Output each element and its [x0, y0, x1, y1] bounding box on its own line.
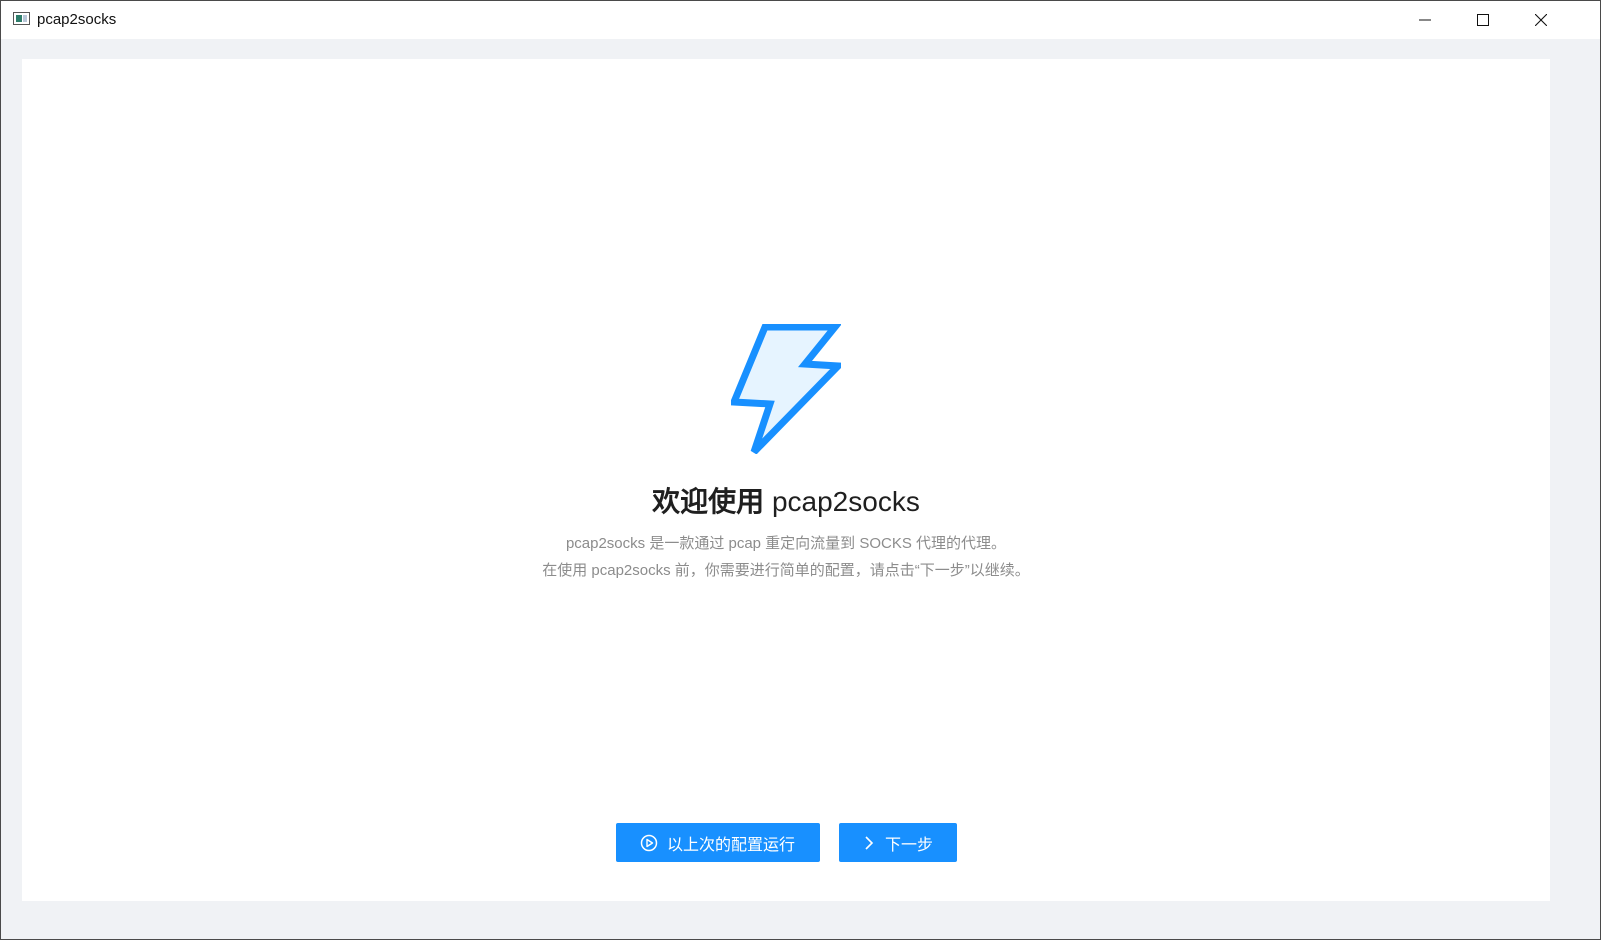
title-bar[interactable]: pcap2socks	[1, 1, 1600, 39]
minimize-icon	[1419, 19, 1431, 21]
play-circle-icon	[640, 834, 658, 852]
description-line-2: 在使用 pcap2socks 前，你需要进行简单的配置，请点击“下一步”以继续。	[542, 562, 1030, 579]
welcome-panel: 欢迎使用 pcap2socks pcap2socks 是一款通过 pcap 重定…	[22, 59, 1550, 901]
app-window: pcap2socks 欢迎使用 pcap2socks pcap2socks 是一…	[0, 0, 1601, 940]
maximize-icon	[1477, 14, 1489, 26]
app-icon	[13, 12, 30, 25]
chevron-right-icon	[862, 835, 876, 851]
run-last-config-label: 以上次的配置运行	[666, 836, 795, 854]
welcome-hero: 欢迎使用 pcap2socks pcap2socks 是一款通过 pcap 重定…	[22, 324, 1550, 584]
minimize-button[interactable]	[1396, 1, 1454, 39]
lightning-bolt-icon	[731, 324, 841, 454]
welcome-description: pcap2socks 是一款通过 pcap 重定向流量到 SOCKS 代理的代理…	[542, 530, 1030, 584]
welcome-title-prefix: 欢迎使用	[652, 486, 765, 517]
description-line-1: pcap2socks 是一款通过 pcap 重定向流量到 SOCKS 代理的代理…	[565, 535, 1007, 552]
next-step-button[interactable]: 下一步	[838, 823, 957, 862]
welcome-title-brand: pcap2socks	[771, 486, 920, 517]
close-button[interactable]	[1512, 1, 1570, 39]
action-bar: 以上次的配置运行 下一步	[22, 823, 1550, 862]
welcome-title: 欢迎使用 pcap2socks	[652, 484, 920, 520]
close-icon	[1535, 14, 1547, 26]
window-title: pcap2socks	[37, 11, 117, 28]
next-step-label: 下一步	[884, 836, 933, 854]
run-last-config-button[interactable]: 以上次的配置运行	[615, 823, 820, 862]
maximize-button[interactable]	[1454, 1, 1512, 39]
